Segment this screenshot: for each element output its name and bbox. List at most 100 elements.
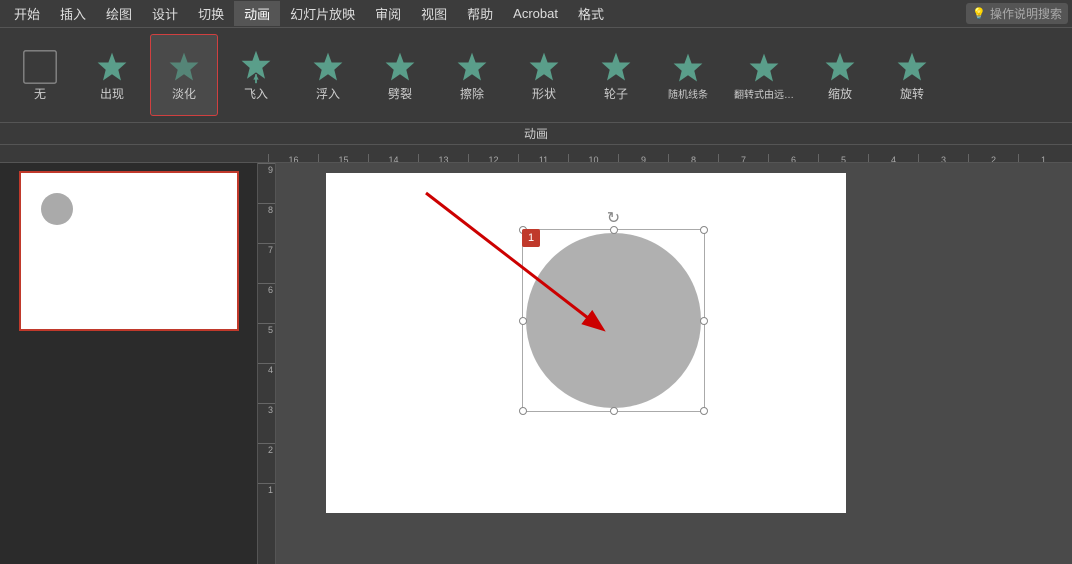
ruler-v-tick: 7 bbox=[258, 243, 275, 283]
ribbon-label-appear: 出现 bbox=[100, 85, 124, 102]
ribbon-label-wheel: 轮子 bbox=[604, 85, 628, 102]
ribbon-item-wheel[interactable]: 轮子 bbox=[582, 34, 650, 116]
ruler-tick: 5 bbox=[818, 154, 868, 162]
selection-handle-br[interactable] bbox=[700, 407, 708, 415]
slide-thumb-circle bbox=[41, 193, 73, 225]
ribbon-label-flip: 翻转式由远… bbox=[734, 86, 794, 101]
ribbon-item-random[interactable]: 随机线条 bbox=[654, 34, 722, 116]
ribbon-label-fade: 淡化 bbox=[172, 85, 196, 102]
animation-label-bar: 动画 bbox=[0, 123, 1072, 145]
ruler-tick-container: 16 15 14 13 12 11 10 9 8 7 6 5 4 3 2 1 bbox=[268, 145, 1068, 162]
ruler-tick: 15 bbox=[318, 154, 368, 162]
ribbon-item-none[interactable]: 无 bbox=[6, 34, 74, 116]
ruler-tick: 14 bbox=[368, 154, 418, 162]
star-fade-icon bbox=[166, 49, 202, 85]
ruler-v-tick: 1 bbox=[258, 483, 275, 523]
ribbon-label-rotate: 旋转 bbox=[900, 85, 924, 102]
ribbon-item-split[interactable]: 劈裂 bbox=[366, 34, 434, 116]
ruler-tick: 8 bbox=[668, 154, 718, 162]
menu-slideshow[interactable]: 幻灯片放映 bbox=[280, 1, 365, 26]
menu-insert[interactable]: 插入 bbox=[50, 1, 96, 26]
ruler-tick: 10 bbox=[568, 154, 618, 162]
ribbon-item-float[interactable]: 浮入 bbox=[294, 34, 362, 116]
ruler-tick: 11 bbox=[518, 154, 568, 162]
ribbon-item-fly[interactable]: 飞入 bbox=[222, 34, 290, 116]
ribbon-label-random: 随机线条 bbox=[668, 86, 708, 101]
ruler-tick: 2 bbox=[968, 154, 1018, 162]
ribbon-label-none: 无 bbox=[34, 85, 46, 102]
selection-handle-bm[interactable] bbox=[610, 407, 618, 415]
search-label: 操作说明搜索 bbox=[990, 5, 1062, 22]
menu-help[interactable]: 帮助 bbox=[457, 1, 503, 26]
menu-start[interactable]: 开始 bbox=[4, 1, 50, 26]
ruler-tick: 12 bbox=[468, 154, 518, 162]
menu-view[interactable]: 视图 bbox=[411, 1, 457, 26]
search-box[interactable]: 💡 操作说明搜索 bbox=[966, 3, 1068, 24]
menu-acrobat[interactable]: Acrobat bbox=[503, 3, 568, 24]
ruler-tick: 16 bbox=[268, 154, 318, 162]
ruler-tick: 13 bbox=[418, 154, 468, 162]
star-appear-icon bbox=[94, 49, 130, 85]
star-zoom-icon bbox=[822, 49, 858, 85]
star-rotate-icon bbox=[894, 49, 930, 85]
ribbon-item-appear[interactable]: 出现 bbox=[78, 34, 146, 116]
ruler-v-tick: 4 bbox=[258, 363, 275, 403]
star-shape-icon bbox=[526, 49, 562, 85]
ruler-v-tick: 2 bbox=[258, 443, 275, 483]
ruler-v-tick: 6 bbox=[258, 283, 275, 323]
ribbon-label-wipe: 擦除 bbox=[460, 85, 484, 102]
slide-canvas: ↻ 1 bbox=[326, 173, 846, 513]
ribbon-item-rotate[interactable]: 旋转 bbox=[878, 34, 946, 116]
star-fly-icon bbox=[238, 49, 274, 85]
star-wheel-icon bbox=[598, 49, 634, 85]
ruler-v-tick: 3 bbox=[258, 403, 275, 443]
selection-handle-tr[interactable] bbox=[700, 226, 708, 234]
ribbon-label-shape: 形状 bbox=[532, 85, 556, 102]
ribbon-item-shape[interactable]: 形状 bbox=[510, 34, 578, 116]
ribbon-item-flip[interactable]: 翻转式由远… bbox=[726, 34, 802, 116]
ruler-tick: 4 bbox=[868, 154, 918, 162]
menu-switch[interactable]: 切换 bbox=[188, 1, 234, 26]
menu-animate[interactable]: 动画 bbox=[234, 1, 280, 26]
ribbon-item-fade[interactable]: 淡化 bbox=[150, 34, 218, 116]
ribbon-label-zoom: 缩放 bbox=[828, 85, 852, 102]
ribbon-label-split: 劈裂 bbox=[388, 85, 412, 102]
star-split-icon bbox=[382, 49, 418, 85]
star-random-icon bbox=[670, 50, 706, 86]
ruler-tick: 9 bbox=[618, 154, 668, 162]
slide-panel bbox=[0, 163, 258, 564]
lightbulb-icon: 💡 bbox=[972, 7, 986, 20]
ribbon-item-zoom[interactable]: 缩放 bbox=[806, 34, 874, 116]
selection-handle-bl[interactable] bbox=[519, 407, 527, 415]
star-wipe-icon bbox=[454, 49, 490, 85]
ruler-tick: 6 bbox=[768, 154, 818, 162]
ruler-v-tick: 9 bbox=[258, 163, 275, 203]
rotate-handle[interactable]: ↻ bbox=[607, 208, 620, 228]
menu-design[interactable]: 设计 bbox=[142, 1, 188, 26]
star-none-icon bbox=[22, 49, 58, 85]
animation-section-label: 动画 bbox=[524, 125, 548, 142]
star-float-icon bbox=[310, 49, 346, 85]
menu-bar: 开始 插入 绘图 设计 切换 动画 幻灯片放映 审阅 视图 帮助 Acrobat… bbox=[0, 0, 1072, 28]
ruler-tick: 1 bbox=[1018, 154, 1068, 162]
ribbon-item-wipe[interactable]: 擦除 bbox=[438, 34, 506, 116]
canvas-area[interactable]: ↻ 1 bbox=[276, 163, 1072, 564]
ruler-top: 16 15 14 13 12 11 10 9 8 7 6 5 4 3 2 1 bbox=[0, 145, 1072, 163]
ruler-left: 9 8 7 6 5 4 3 2 1 bbox=[258, 163, 276, 564]
animation-badge: 1 bbox=[522, 229, 540, 247]
ruler-tick: 7 bbox=[718, 154, 768, 162]
ruler-v-tick: 5 bbox=[258, 323, 275, 363]
menu-review[interactable]: 审阅 bbox=[365, 1, 411, 26]
menu-draw[interactable]: 绘图 bbox=[96, 1, 142, 26]
slide-thumbnail[interactable] bbox=[19, 171, 239, 331]
selection-handle-ml[interactable] bbox=[519, 317, 527, 325]
main-area: 9 8 7 6 5 4 3 2 1 ↻ bbox=[0, 163, 1072, 564]
star-flip-icon bbox=[746, 50, 782, 86]
selection-handle-mr[interactable] bbox=[700, 317, 708, 325]
menu-format[interactable]: 格式 bbox=[568, 1, 614, 26]
ruler-v-tick: 8 bbox=[258, 203, 275, 243]
selection-box: ↻ bbox=[522, 229, 705, 412]
ribbon-label-float: 浮入 bbox=[316, 85, 340, 102]
ruler-tick: 3 bbox=[918, 154, 968, 162]
ribbon-toolbar: 无 出现 淡化 飞入 浮入 劈裂 bbox=[0, 28, 1072, 123]
